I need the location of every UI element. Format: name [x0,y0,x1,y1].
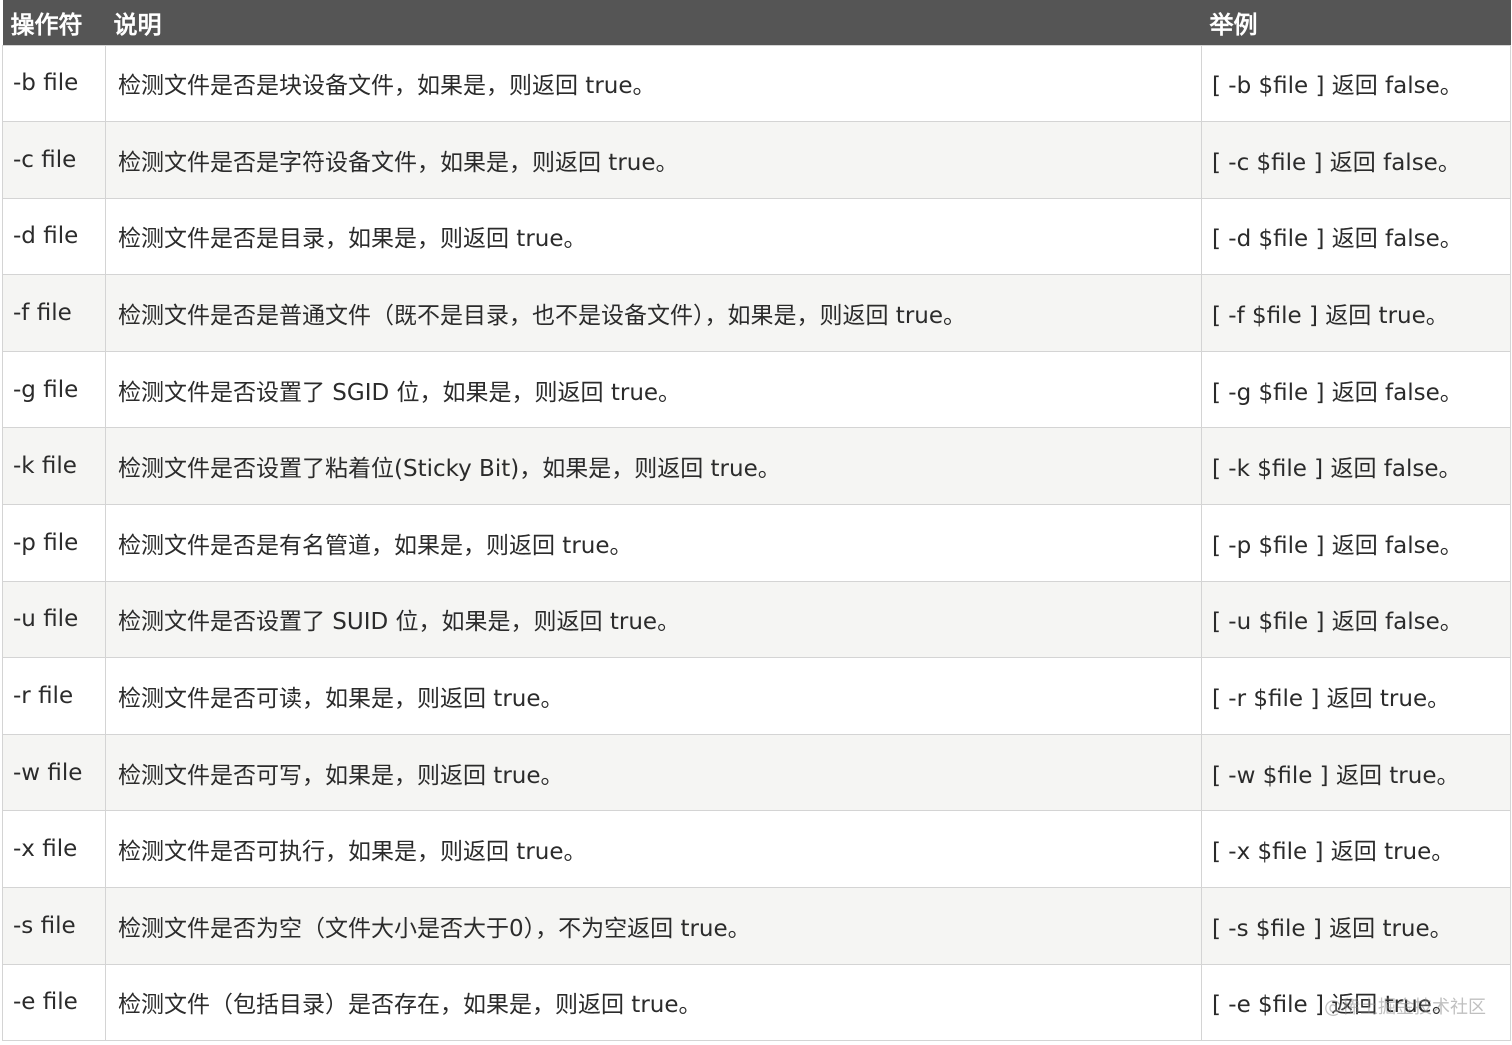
header-description: 说明 [113,10,162,39]
table-row: -k file 检测文件是否设置了粘着位(Sticky Bit)，如果是，则返回… [2,427,1511,506]
operator-cell: -c file [2,121,106,199]
example-cell: [ -w $file ] 返回 true。 [1201,733,1511,812]
operator-cell: -e file [2,963,106,1042]
example-cell: [ -d $file ] 返回 false。 [1201,197,1511,276]
example-cell: [ -r $file ] 返回 true。 [1201,657,1511,735]
description-cell: 检测文件是否是字符设备文件，如果是，则返回 true。 [105,121,1202,199]
example-cell: [ -f $file ] 返回 true。 [1201,274,1511,352]
example-cell: [ -b $file ] 返回 false。 [1201,44,1511,123]
table-row: -b file 检测文件是否是块设备文件，如果是，则返回 true。 [ -b … [2,44,1511,123]
example-cell: [ -u $file ] 返回 false。 [1201,580,1511,659]
description-cell: 检测文件是否设置了 SGID 位，如果是，则返回 true。 [105,350,1202,429]
header-example: 举例 [1209,10,1258,39]
example-cell: [ -s $file ] 返回 true。 [1201,887,1511,965]
description-cell: 检测文件是否是普通文件（既不是目录，也不是设备文件），如果是，则返回 true。 [105,274,1202,352]
table-row: -u file 检测文件是否设置了 SUID 位，如果是，则返回 true。 [… [2,580,1511,659]
operator-cell: -s file [2,887,106,965]
table-row: -r file 检测文件是否可读，如果是，则返回 true。 [ -r $fil… [2,657,1511,735]
table-row: -e file 检测文件（包括目录）是否存在，如果是，则返回 true。 [ -… [2,963,1511,1042]
header-operator: 操作符 [10,10,83,39]
operator-cell: -k file [2,427,106,506]
table-header-row: 操作符 说明 举例 [2,0,1511,45]
watermark: @稀土掘金技术社区 [1324,997,1486,1018]
table-row: -w file 检测文件是否可写，如果是，则返回 true。 [ -w $fil… [2,733,1511,812]
example-cell: [ -c $file ] 返回 false。 [1201,121,1511,199]
description-cell: 检测文件是否是目录，如果是，则返回 true。 [105,197,1202,276]
table-row: -p file 检测文件是否是有名管道，如果是，则返回 true。 [ -p $… [2,504,1511,582]
description-cell: 检测文件是否可读，如果是，则返回 true。 [105,657,1202,735]
operator-cell: -w file [2,733,106,812]
description-cell: 检测文件是否可执行，如果是，则返回 true。 [105,810,1202,889]
operator-cell: -u file [2,580,106,659]
description-cell: 检测文件是否为空（文件大小是否大于0），不为空返回 true。 [105,887,1202,965]
description-cell: 检测文件是否可写，如果是，则返回 true。 [105,733,1202,812]
operator-cell: -b file [2,44,106,123]
example-cell: [ -x $file ] 返回 true。 [1201,810,1511,889]
table-header: 操作符 说明 举例 [2,0,1511,45]
example-cell: [ -g $file ] 返回 false。 [1201,350,1511,429]
operator-cell: -d file [2,197,106,276]
operator-cell: -r file [2,657,106,735]
description-cell: 检测文件是否设置了粘着位(Sticky Bit)，如果是，则返回 true。 [105,427,1202,506]
description-cell: 检测文件（包括目录）是否存在，如果是，则返回 true。 [105,963,1202,1042]
operator-cell: -p file [2,504,106,582]
file-test-operators-table: 操作符 说明 举例 -b file 检测文件是否是块设备文件，如果是，则返回 t… [2,0,1511,1042]
table-row: -x file 检测文件是否可执行，如果是，则返回 true。 [ -x $fi… [2,810,1511,889]
table-row: -g file 检测文件是否设置了 SGID 位，如果是，则返回 true。 [… [2,350,1511,429]
table-body: -b file 检测文件是否是块设备文件，如果是，则返回 true。 [ -b … [2,44,1511,1042]
table-row: -c file 检测文件是否是字符设备文件，如果是，则返回 true。 [ -c… [2,121,1511,199]
table-row: -s file 检测文件是否为空（文件大小是否大于0），不为空返回 true。 … [2,887,1511,965]
description-cell: 检测文件是否设置了 SUID 位，如果是，则返回 true。 [105,580,1202,659]
table-row: -f file 检测文件是否是普通文件（既不是目录，也不是设备文件），如果是，则… [2,274,1511,352]
table-row: -d file 检测文件是否是目录，如果是，则返回 true。 [ -d $fi… [2,197,1511,276]
description-cell: 检测文件是否是有名管道，如果是，则返回 true。 [105,504,1202,582]
operator-cell: -f file [2,274,106,352]
operator-cell: -g file [2,350,106,429]
operator-cell: -x file [2,810,106,889]
example-cell: [ -p $file ] 返回 false。 [1201,504,1511,582]
example-cell: [ -k $file ] 返回 false。 [1201,427,1511,506]
description-cell: 检测文件是否是块设备文件，如果是，则返回 true。 [105,44,1202,123]
